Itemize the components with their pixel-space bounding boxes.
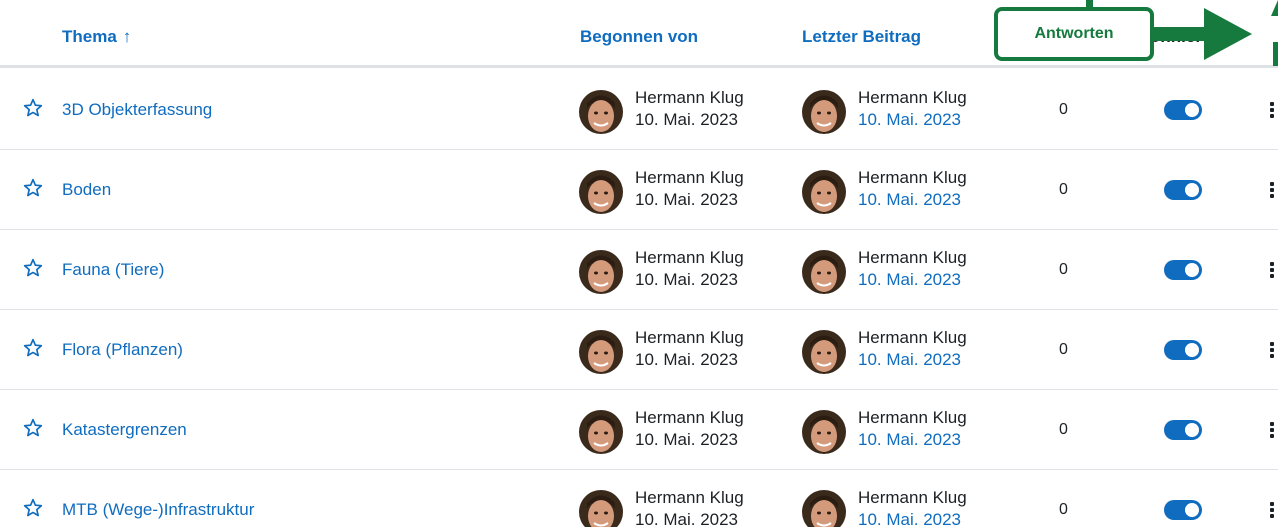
started-by-name: Hermann Klug (635, 88, 744, 107)
column-header-topic[interactable]: Thema ↑ (62, 27, 131, 47)
topic-link[interactable]: Katastergrenzen (62, 420, 187, 440)
table-row: Boden Hermann Klug 10. Mai. 2023 Hermann… (0, 150, 1278, 230)
avatar[interactable] (802, 330, 846, 374)
last-post-name: Hermann Klug (858, 168, 967, 187)
subscribe-toggle[interactable] (1164, 180, 1202, 200)
started-date: 10. Mai. 2023 (635, 430, 739, 449)
topic-link[interactable]: Boden (62, 180, 111, 200)
avatar[interactable] (579, 90, 623, 134)
last-post-date-link[interactable]: 10. Mai. 2023 (858, 510, 961, 527)
subscribe-toggle[interactable] (1164, 500, 1202, 520)
avatar[interactable] (579, 490, 623, 527)
last-post-date-link[interactable]: 10. Mai. 2023 (858, 430, 961, 450)
avatar[interactable] (802, 250, 846, 294)
more-actions-icon[interactable] (1270, 422, 1276, 440)
column-header-last-post[interactable]: Letzter Beitrag (802, 27, 921, 47)
annotation-label: Antworten (1034, 25, 1114, 42)
started-by-name: Hermann Klug (635, 408, 744, 427)
topic-link[interactable]: 3D Objekterfassung (62, 100, 212, 120)
last-post-date-link[interactable]: 10. Mai. 2023 (858, 190, 961, 210)
avatar[interactable] (579, 250, 623, 294)
annotation-box: Antworten (994, 7, 1154, 61)
toggle-knob (1185, 343, 1199, 357)
avatar[interactable] (579, 410, 623, 454)
replies-count: 0 (1059, 501, 1068, 518)
last-post-name: Hermann Klug (858, 408, 967, 427)
subscribe-toggle[interactable] (1164, 100, 1202, 120)
table-row: Katastergrenzen Hermann Klug 10. Mai. 20… (0, 390, 1278, 470)
star-icon[interactable] (23, 498, 43, 518)
started-date: 10. Mai. 2023 (635, 110, 739, 129)
table-row: Flora (Pflanzen) Hermann Klug 10. Mai. 2… (0, 310, 1278, 390)
replies-count: 0 (1059, 181, 1068, 198)
star-icon[interactable] (23, 418, 43, 438)
avatar[interactable] (802, 490, 846, 527)
last-post-name: Hermann Klug (858, 328, 967, 347)
last-post-name: Hermann Klug (858, 88, 967, 107)
toggle-knob (1185, 103, 1199, 117)
started-by-name: Hermann Klug (635, 328, 744, 347)
started-date: 10. Mai. 2023 (635, 510, 739, 527)
started-date: 10. Mai. 2023 (635, 270, 739, 289)
replies-count: 0 (1059, 101, 1068, 118)
last-post-name: Hermann Klug (858, 488, 967, 507)
topic-link[interactable]: Fauna (Tiere) (62, 260, 164, 280)
toggle-knob (1185, 183, 1199, 197)
more-actions-icon[interactable] (1270, 182, 1276, 200)
annotation-edge-mark (1271, 0, 1278, 66)
table-row: MTB (Wege-)Infrastruktur Hermann Klug 10… (0, 470, 1278, 527)
subscribe-toggle[interactable] (1164, 340, 1202, 360)
started-by-name: Hermann Klug (635, 248, 744, 267)
star-icon[interactable] (23, 258, 43, 278)
table-row: 3D Objekterfassung Hermann Klug 10. Mai.… (0, 70, 1278, 150)
topic-link[interactable]: Flora (Pflanzen) (62, 340, 183, 360)
started-by-name: Hermann Klug (635, 168, 744, 187)
last-post-date-link[interactable]: 10. Mai. 2023 (858, 110, 961, 130)
table-row: Fauna (Tiere) Hermann Klug 10. Mai. 2023… (0, 230, 1278, 310)
last-post-name: Hermann Klug (858, 248, 967, 267)
avatar[interactable] (579, 330, 623, 374)
subscribe-toggle[interactable] (1164, 420, 1202, 440)
sort-ascending-icon: ↑ (122, 27, 132, 46)
last-post-date-link[interactable]: 10. Mai. 2023 (858, 270, 961, 290)
toggle-knob (1185, 503, 1199, 517)
column-header-topic-label: Thema (62, 27, 117, 46)
annotation-arrow-icon (1154, 8, 1252, 60)
started-by-name: Hermann Klug (635, 488, 744, 507)
avatar[interactable] (802, 170, 846, 214)
last-post-date-link[interactable]: 10. Mai. 2023 (858, 350, 961, 370)
avatar[interactable] (802, 410, 846, 454)
replies-count: 0 (1059, 261, 1068, 278)
avatar[interactable] (579, 170, 623, 214)
more-actions-icon[interactable] (1270, 342, 1276, 360)
toggle-knob (1185, 423, 1199, 437)
star-icon[interactable] (23, 98, 43, 118)
more-actions-icon[interactable] (1270, 262, 1276, 280)
column-header-started-by[interactable]: Begonnen von (580, 27, 698, 47)
replies-count: 0 (1059, 341, 1068, 358)
star-icon[interactable] (23, 178, 43, 198)
more-actions-icon[interactable] (1270, 102, 1276, 120)
topic-link[interactable]: MTB (Wege-)Infrastruktur (62, 500, 254, 520)
started-date: 10. Mai. 2023 (635, 350, 739, 369)
avatar[interactable] (802, 90, 846, 134)
more-actions-icon[interactable] (1270, 502, 1276, 520)
star-icon[interactable] (23, 338, 43, 358)
subscribe-toggle[interactable] (1164, 260, 1202, 280)
started-date: 10. Mai. 2023 (635, 190, 739, 209)
toggle-knob (1185, 263, 1199, 277)
replies-count: 0 (1059, 421, 1068, 438)
